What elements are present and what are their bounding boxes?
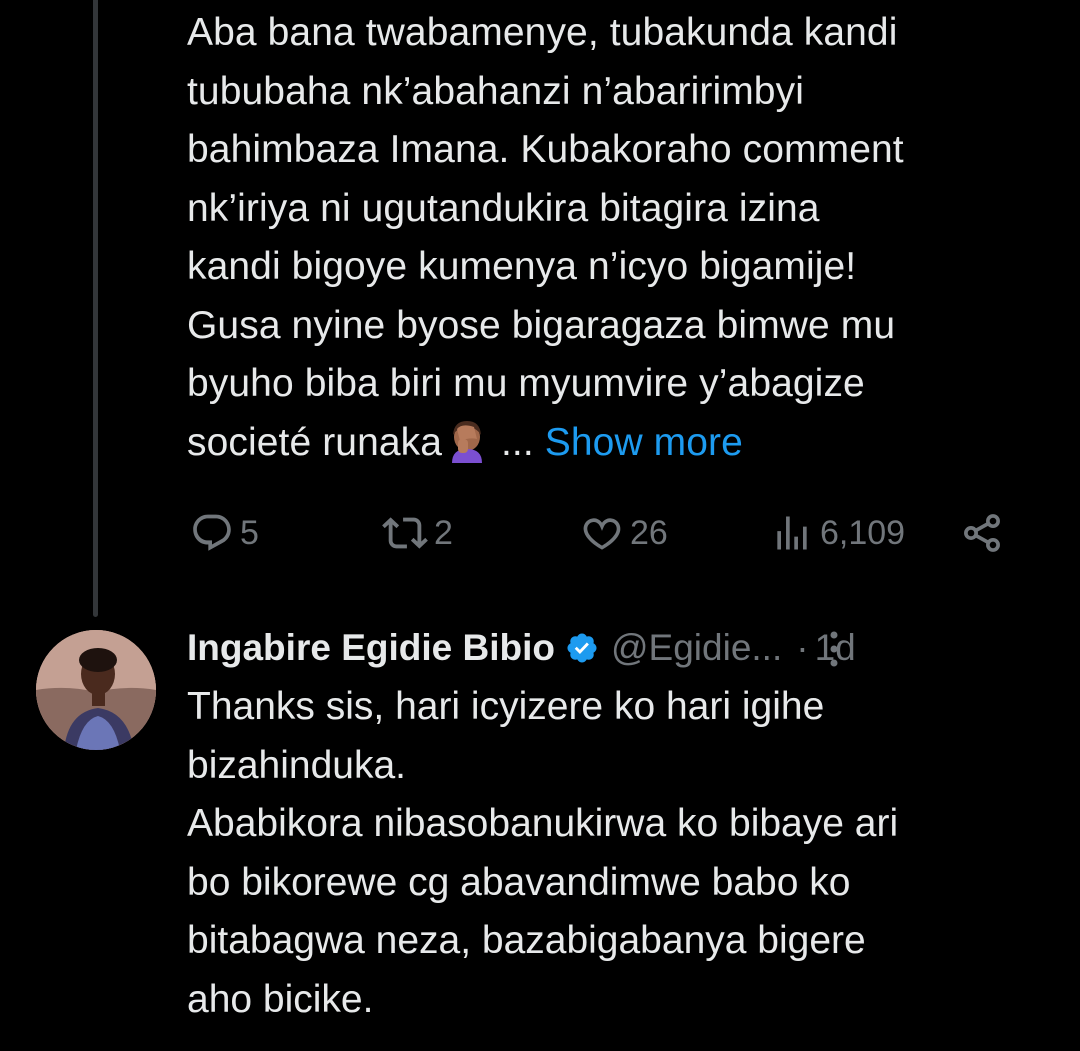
facepalm-emoji-icon — [452, 420, 483, 463]
avatar-photo — [36, 630, 156, 750]
reply-header: Ingabire Egidie Bibio @Egidie... · 1d — [187, 620, 1047, 676]
reply-button[interactable]: 5 — [190, 505, 259, 561]
avatar[interactable] — [36, 630, 156, 750]
reply-icon — [193, 514, 231, 551]
views-button[interactable]: 6,109 — [770, 505, 905, 561]
verified-badge-icon — [567, 633, 597, 663]
display-name[interactable]: Ingabire Egidie Bibio — [187, 627, 555, 669]
views-count: 6,109 — [820, 513, 906, 552]
parent-tweet-text-content: Aba bana twabamenye, tubakunda kandi tub… — [187, 11, 904, 464]
parent-tweet-text: Aba bana twabamenye, tubakunda kandi tub… — [187, 4, 1057, 472]
thread-connector-line — [93, 0, 98, 617]
like-button[interactable]: 26 — [580, 505, 668, 561]
share-icon — [964, 514, 1000, 552]
share-button[interactable] — [960, 505, 1004, 561]
retweet-button[interactable]: 2 — [382, 505, 453, 561]
more-options-icon[interactable] — [820, 628, 848, 670]
reply-tweet-text: Thanks sis, hari icyizere ko hari igihe … — [187, 678, 1057, 1029]
tweet-action-bar: 5 2 26 6,109 — [190, 505, 1010, 561]
ellipsis: ... — [490, 420, 545, 464]
reply-count: 5 — [240, 513, 259, 552]
heart-icon — [583, 518, 621, 550]
reply-tweet[interactable]: Ingabire Egidie Bibio @Egidie... · 1d Th… — [0, 620, 1080, 1051]
show-more-link[interactable]: Show more — [545, 421, 743, 464]
retweet-count: 2 — [434, 513, 453, 552]
reply-tweet-text-content: Thanks sis, hari icyizere ko hari igihe … — [187, 685, 899, 1021]
views-chart-icon — [777, 516, 807, 550]
separator-dot: · — [796, 627, 809, 668]
like-count: 26 — [630, 513, 668, 552]
user-handle[interactable]: @Egidie... — [611, 627, 782, 669]
retweet-icon — [382, 517, 428, 549]
